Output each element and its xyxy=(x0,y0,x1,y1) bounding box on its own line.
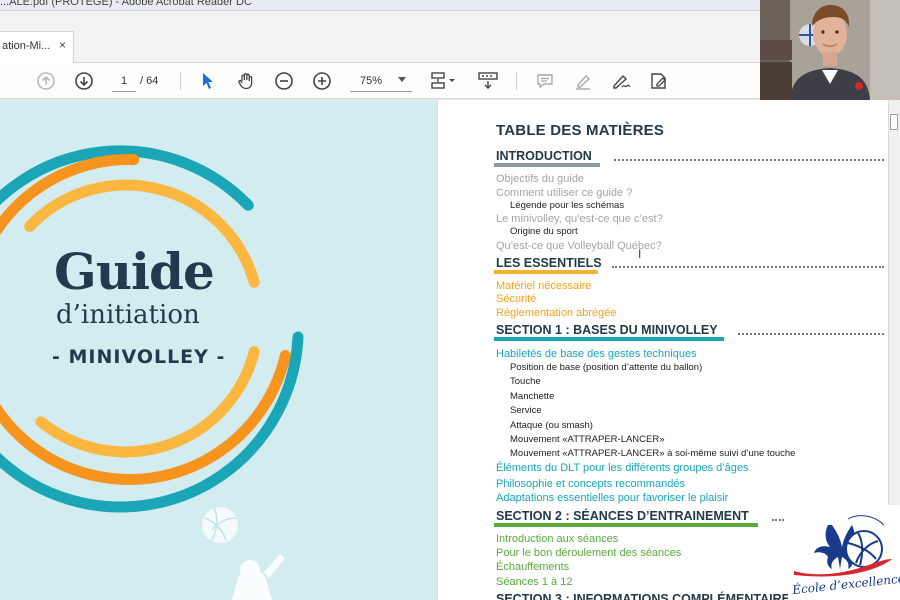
toolbar: 1 / 64 75% xyxy=(0,63,760,99)
plus-circle-icon xyxy=(313,72,331,90)
toc-entry[interactable]: Mouvement «ATTRAPER-LANCER» xyxy=(510,434,665,445)
toc-entry[interactable]: Habiletés de base des gestes techniques xyxy=(496,348,697,360)
presenter-video-image xyxy=(760,0,900,100)
section-underline xyxy=(494,337,724,341)
toc-entry[interactable]: Origine du sport xyxy=(510,226,578,237)
fill-form-button[interactable] xyxy=(647,70,671,92)
hand-icon xyxy=(238,73,253,90)
pen-sign-icon xyxy=(613,74,631,89)
toc-entry[interactable]: Mouvement «ATTRAPER-LANCER» à soi-même s… xyxy=(510,448,795,459)
scrollbar-thumb[interactable] xyxy=(890,114,898,130)
page-number-input[interactable]: 1 xyxy=(112,70,136,92)
toc-entry[interactable]: Service xyxy=(510,405,542,416)
previous-page-button[interactable] xyxy=(35,70,57,92)
toc-entry[interactable]: Objectifs du guide xyxy=(496,173,584,185)
toc-entry[interactable]: Séances 1 à 12 xyxy=(496,576,572,588)
toc-entry[interactable]: Réglementation abrégée xyxy=(496,307,616,319)
toc-entry[interactable]: Qu’est-ce que Volleyball Québec? xyxy=(496,240,662,252)
window-title: ...ALE.pdf (PROTÉGÉ) - Adobe Acrobat Rea… xyxy=(0,0,252,8)
toc-entry[interactable]: Matériel nécessaire xyxy=(496,280,591,292)
dot-leader xyxy=(772,519,784,521)
minus-circle-icon xyxy=(275,72,293,90)
select-tool-button[interactable] xyxy=(198,70,218,92)
page-display-button[interactable] xyxy=(428,70,458,92)
document-tab[interactable]: ation-Mi... × xyxy=(0,31,74,63)
webcam-overlay xyxy=(760,0,900,100)
acrobat-window: ...ALE.pdf (PROTÉGÉ) - Adobe Acrobat Rea… xyxy=(0,0,900,600)
close-tab-button[interactable]: × xyxy=(59,38,66,52)
arrow-up-circle-icon xyxy=(37,72,55,90)
section-underline xyxy=(494,270,598,274)
cover-page: Guide d’initiation - MINIVOLLEY - xyxy=(0,100,437,600)
cover-tagline: - MINIVOLLEY - xyxy=(52,346,226,368)
toc-entry[interactable]: Introduction aux séances xyxy=(496,533,618,545)
toc-entry[interactable]: Philosophie et concepts recommandés xyxy=(496,478,685,490)
toc-title: TABLE DES MATIÈRES xyxy=(496,122,665,139)
volleyball-quebec-logo: École d’excellence! xyxy=(788,505,900,600)
comment-icon xyxy=(537,74,553,89)
toc-section-heading[interactable]: SECTION 3 : INFORMATIONS COMPLÉMENTAIRES xyxy=(496,592,798,600)
document-tab-label: ation-Mi... xyxy=(2,40,51,52)
page-total: / 64 xyxy=(140,75,159,87)
section-underline xyxy=(494,523,758,527)
comment-button[interactable] xyxy=(534,70,556,92)
volleyball-icon xyxy=(202,507,238,543)
toc-entry[interactable]: Adaptations essentielles pour favoriser … xyxy=(496,492,728,504)
text-cursor-icon: Ι xyxy=(638,247,642,261)
scroll-mode-button[interactable] xyxy=(476,70,500,92)
cover-subtitle: d’initiation xyxy=(56,300,200,330)
title-bar: ...ALE.pdf (PROTÉGÉ) - Adobe Acrobat Rea… xyxy=(0,0,760,11)
tab-strip: ation-Mi... × xyxy=(0,11,760,63)
highlight-button[interactable] xyxy=(572,70,594,92)
section-underline xyxy=(494,163,600,167)
page-fit-icon xyxy=(431,72,455,89)
dot-leader xyxy=(612,266,884,268)
keyboard-scroll-icon xyxy=(478,72,498,89)
toc-entry[interactable]: Comment utiliser ce guide ? xyxy=(496,187,632,199)
sign-button[interactable] xyxy=(610,70,632,92)
player-silhouette xyxy=(232,554,285,600)
document-view[interactable]: Guide d’initiation - MINIVOLLEY - TABLE … xyxy=(0,100,900,600)
pointer-arrow-icon xyxy=(203,73,213,89)
toc-section-heading[interactable]: LES ESSENTIELS xyxy=(496,256,602,270)
form-edit-icon xyxy=(651,73,666,89)
toolbar-divider xyxy=(516,72,517,90)
toc-section-heading[interactable]: INTRODUCTION xyxy=(496,149,592,163)
toolbar-divider xyxy=(180,72,181,90)
toc-entry[interactable]: Le minivolley, qu’est-ce que c’est? xyxy=(496,213,663,225)
cover-title: Guide xyxy=(54,242,215,301)
dot-leader xyxy=(738,333,884,335)
toc-entry[interactable]: Pour le bon déroulement des séances xyxy=(496,547,681,559)
highlighter-icon xyxy=(576,74,591,90)
toc-entry[interactable]: Éléments du DLT pour les différents grou… xyxy=(496,462,749,474)
toc-entry[interactable]: Attaque (ou smash) xyxy=(510,420,593,431)
arrow-down-circle-icon xyxy=(75,72,93,90)
toc-entry[interactable]: Échauffements xyxy=(496,561,569,573)
next-page-button[interactable] xyxy=(73,70,95,92)
hand-tool-button[interactable] xyxy=(235,70,257,92)
dot-leader xyxy=(614,159,884,161)
toc-entry[interactable]: Position de base (position d’attente du … xyxy=(510,362,702,373)
toc-section-heading[interactable]: SECTION 1 : BASES DU MINIVOLLEY xyxy=(496,323,718,337)
toc-entry[interactable]: Sécurité xyxy=(496,293,536,305)
toc-section-heading[interactable]: SECTION 2 : SÉANCES D’ENTRAINEMENT xyxy=(496,509,749,523)
toc-entry[interactable]: Touche xyxy=(510,376,541,387)
toc-entry[interactable]: Manchette xyxy=(510,391,554,402)
toc-entry[interactable]: Légende pour les schémas xyxy=(510,200,624,211)
zoom-out-button[interactable] xyxy=(273,70,295,92)
zoom-in-button[interactable] xyxy=(311,70,333,92)
chevron-down-icon[interactable] xyxy=(398,77,406,82)
